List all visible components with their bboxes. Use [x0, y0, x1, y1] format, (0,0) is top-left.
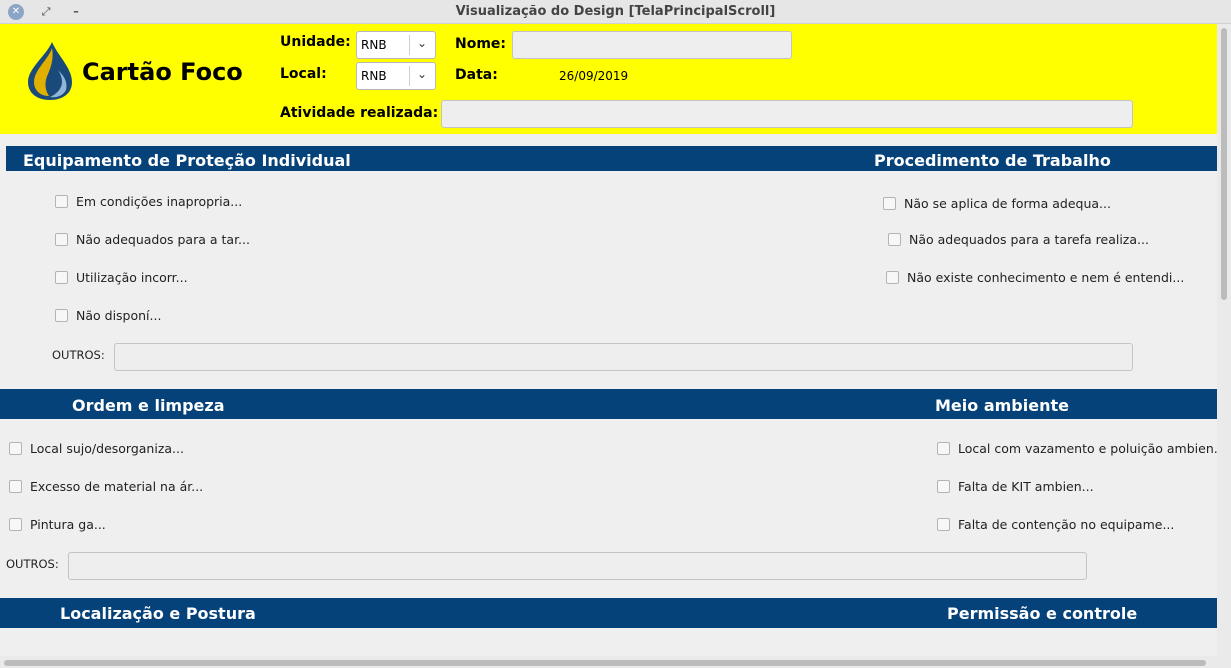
- checkbox-box[interactable]: [883, 197, 896, 210]
- checkbox-label: Não existe conhecimento e nem é entendi.…: [907, 270, 1185, 285]
- checkbox-label: Não disponí...: [76, 308, 162, 323]
- section-header-ordem: Ordem e limpeza Meio ambiente: [0, 389, 1217, 419]
- horizontal-scrollbar[interactable]: [0, 656, 1231, 668]
- checkbox-procedimento-2[interactable]: Não adequados para a tarefa realiza...: [888, 232, 1149, 247]
- section-header-localizacao: Localização e Postura Permissão e contro…: [0, 598, 1217, 628]
- checkbox-box[interactable]: [937, 480, 950, 493]
- checkbox-box[interactable]: [55, 309, 68, 322]
- checkbox-box[interactable]: [9, 518, 22, 531]
- checkbox-ordem-2[interactable]: Excesso de material na ár...: [9, 479, 203, 494]
- checkbox-meio-3[interactable]: Falta de contenção no equipame...: [937, 517, 1174, 532]
- checkbox-label: Não adequados para a tar...: [76, 232, 250, 247]
- window-titlebar: ✕ ⤢ – Visualização do Design [TelaPrinci…: [0, 0, 1231, 24]
- checkbox-box[interactable]: [937, 518, 950, 531]
- checkbox-box[interactable]: [937, 442, 950, 455]
- checkbox-label: Local sujo/desorganiza...: [30, 441, 184, 456]
- brand-title: Cartão Foco: [82, 58, 243, 86]
- checkbox-ordem-3[interactable]: Pintura ga...: [9, 517, 106, 532]
- unidade-select[interactable]: RNB ⌄: [356, 31, 436, 59]
- checkbox-box[interactable]: [55, 195, 68, 208]
- section-title-localizacao: Localização e Postura: [60, 604, 256, 623]
- checkbox-ordem-1[interactable]: Local sujo/desorganiza...: [9, 441, 184, 456]
- checkbox-label: Não adequados para a tarefa realiza...: [909, 232, 1149, 247]
- section-title-epi: Equipamento de Proteção Individual: [23, 151, 351, 170]
- local-label: Local:: [280, 66, 327, 82]
- section-title-permissao: Permissão e controle: [947, 604, 1138, 623]
- section-title-meio: Meio ambiente: [935, 396, 1069, 415]
- checkbox-label: Em condições inapropria...: [76, 194, 243, 209]
- checkbox-box[interactable]: [888, 233, 901, 246]
- data-value: 26/09/2019: [559, 69, 629, 83]
- checkbox-epi-4[interactable]: Não disponí...: [55, 308, 161, 323]
- local-select[interactable]: RNB ⌄: [356, 62, 436, 90]
- section-title-procedimento: Procedimento de Trabalho: [874, 151, 1111, 170]
- outros-label-ordem: OUTROS:: [6, 557, 59, 571]
- section-header-epi: Equipamento de Proteção Individual Proce…: [6, 146, 1217, 171]
- checkbox-box[interactable]: [886, 271, 899, 284]
- header-panel: Cartão Foco Unidade: RNB ⌄ Local: RNB ⌄ …: [0, 24, 1217, 134]
- unidade-value: RNB: [361, 38, 387, 52]
- outros-label-epi: OUTROS:: [52, 348, 105, 362]
- scrollbar-thumb[interactable]: [4, 660, 1206, 666]
- window-title: Visualização do Design [TelaPrincipalScr…: [455, 4, 776, 19]
- drop-logo-icon: [28, 42, 72, 100]
- checkbox-label: Local com vazamento e poluição ambien...: [958, 441, 1226, 456]
- outros-field-epi[interactable]: [114, 343, 1133, 371]
- checkbox-label: Falta de KIT ambien...: [958, 479, 1094, 494]
- local-value: RNB: [361, 69, 387, 83]
- unidade-label: Unidade:: [280, 34, 351, 50]
- section-title-ordem: Ordem e limpeza: [72, 396, 225, 415]
- checkbox-procedimento-1[interactable]: Não se aplica de forma adequa...: [883, 196, 1111, 211]
- checkbox-label: Pintura ga...: [30, 517, 106, 532]
- chevron-down-icon: ⌄: [417, 67, 428, 81]
- checkbox-meio-2[interactable]: Falta de KIT ambien...: [937, 479, 1094, 494]
- combo-separator: [409, 35, 410, 55]
- checkbox-box[interactable]: [9, 442, 22, 455]
- outros-field-ordem[interactable]: [68, 552, 1087, 580]
- chevron-down-icon: ⌄: [417, 36, 428, 50]
- checkbox-box[interactable]: [55, 271, 68, 284]
- data-label: Data:: [455, 67, 498, 83]
- checkbox-box[interactable]: [9, 480, 22, 493]
- checkbox-label: Excesso de material na ár...: [30, 479, 204, 494]
- checkbox-procedimento-3[interactable]: Não existe conhecimento e nem é entendi.…: [886, 270, 1184, 285]
- nome-field[interactable]: [512, 31, 792, 59]
- checkbox-label: Falta de contenção no equipame...: [958, 517, 1175, 532]
- checkbox-epi-2[interactable]: Não adequados para a tar...: [55, 232, 250, 247]
- nome-label: Nome:: [455, 36, 507, 52]
- checkbox-label: Não se aplica de forma adequa...: [904, 196, 1111, 211]
- combo-separator: [409, 66, 410, 86]
- checkbox-epi-3[interactable]: Utilização incorr...: [55, 270, 188, 285]
- checkbox-box[interactable]: [55, 233, 68, 246]
- checkbox-label: Utilização incorr...: [76, 270, 188, 285]
- atividade-label: Atividade realizada:: [280, 105, 439, 121]
- atividade-field[interactable]: [441, 100, 1133, 128]
- checkbox-meio-1[interactable]: Local com vazamento e poluição ambien...: [937, 441, 1226, 456]
- scrollbar-thumb[interactable]: [1221, 28, 1227, 300]
- checkbox-epi-1[interactable]: Em condições inapropria...: [55, 194, 242, 209]
- vertical-scrollbar[interactable]: [1217, 24, 1231, 656]
